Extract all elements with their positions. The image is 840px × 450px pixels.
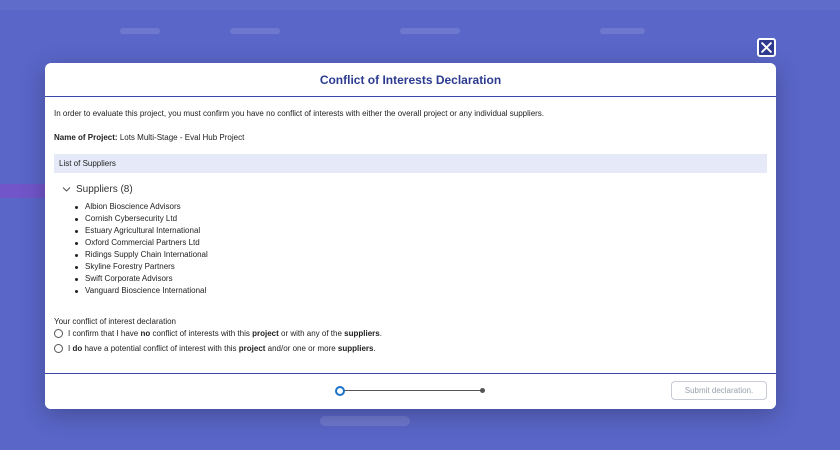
label-text: conflict of interests with this <box>150 329 253 338</box>
conflict-declaration-modal: Conflict of Interests Declaration In ord… <box>45 63 776 409</box>
modal-footer: Submit declaration. <box>45 373 776 409</box>
stepper-track <box>342 390 481 391</box>
close-icon <box>761 42 772 53</box>
label-emphasis: no <box>140 329 151 338</box>
section-title: List of Suppliers <box>59 159 116 168</box>
supplier-item: Estuary Agricultural International <box>75 225 767 237</box>
backdrop-element <box>400 28 460 34</box>
submit-declaration-button[interactable]: Submit declaration. <box>671 381 767 400</box>
stepper-current-step <box>335 386 345 396</box>
has-conflict-label: I do have a potential conflict of intere… <box>68 344 376 353</box>
has-conflict-radio[interactable] <box>54 344 63 353</box>
label-text: and/or one or more <box>265 344 338 353</box>
suppliers-toggle[interactable]: Suppliers (8) <box>62 184 133 195</box>
supplier-item: Swift Corporate Advisors <box>75 273 767 285</box>
label-emphasis: suppliers <box>344 329 380 338</box>
backdrop-highlight <box>0 184 45 198</box>
close-button[interactable] <box>757 38 776 57</box>
backdrop-element <box>120 28 160 34</box>
label-text: . <box>379 329 382 338</box>
supplier-item: Vanguard Bioscience International <box>75 285 767 297</box>
no-conflict-label: I confirm that I have no conflict of int… <box>68 329 382 338</box>
chevron-down-icon <box>62 187 71 192</box>
modal-body: In order to evaluate this project, you m… <box>45 97 776 374</box>
supplier-list: Albion Bioscience Advisors Cornish Cyber… <box>75 201 767 297</box>
backdrop-element <box>600 28 645 34</box>
stepper-final-step <box>480 388 485 393</box>
supplier-item: Ridings Supply Chain International <box>75 249 767 261</box>
suppliers-toggle-label: Suppliers (8) <box>76 184 133 195</box>
supplier-item: Oxford Commercial Partners Ltd <box>75 237 767 249</box>
project-name-value: Lots Multi-Stage - Eval Hub Project <box>119 133 245 142</box>
declaration-label: Your conflict of interest declaration <box>54 317 176 326</box>
project-name-label: Name of Project: <box>54 133 118 142</box>
label-text: or with any of the <box>278 329 345 338</box>
modal-header: Conflict of Interests Declaration <box>45 63 776 97</box>
backdrop-element <box>320 416 410 426</box>
label-text: I confirm that I have <box>68 329 141 338</box>
label-emphasis: do <box>72 344 83 353</box>
modal-title: Conflict of Interests Declaration <box>319 72 502 87</box>
backdrop-element <box>230 28 280 34</box>
no-conflict-option[interactable]: I confirm that I have no conflict of int… <box>54 329 382 338</box>
supplier-item: Cornish Cybersecurity Ltd <box>75 213 767 225</box>
supplier-item: Albion Bioscience Advisors <box>75 201 767 213</box>
intro-text: In order to evaluate this project, you m… <box>54 109 545 118</box>
supplier-item: Skyline Forestry Partners <box>75 261 767 273</box>
no-conflict-radio[interactable] <box>54 329 63 338</box>
label-emphasis: project <box>238 344 266 353</box>
supplier-list-heading: List of Suppliers <box>54 154 767 173</box>
label-text: . <box>373 344 376 353</box>
label-text: have a potential conflict of interest wi… <box>82 344 239 353</box>
label-emphasis: project <box>252 329 279 338</box>
has-conflict-option[interactable]: I do have a potential conflict of intere… <box>54 344 376 353</box>
project-name-line: Name of Project: Lots Multi-Stage - Eval… <box>54 133 767 142</box>
label-emphasis: suppliers <box>337 344 374 353</box>
progress-stepper <box>335 386 485 396</box>
